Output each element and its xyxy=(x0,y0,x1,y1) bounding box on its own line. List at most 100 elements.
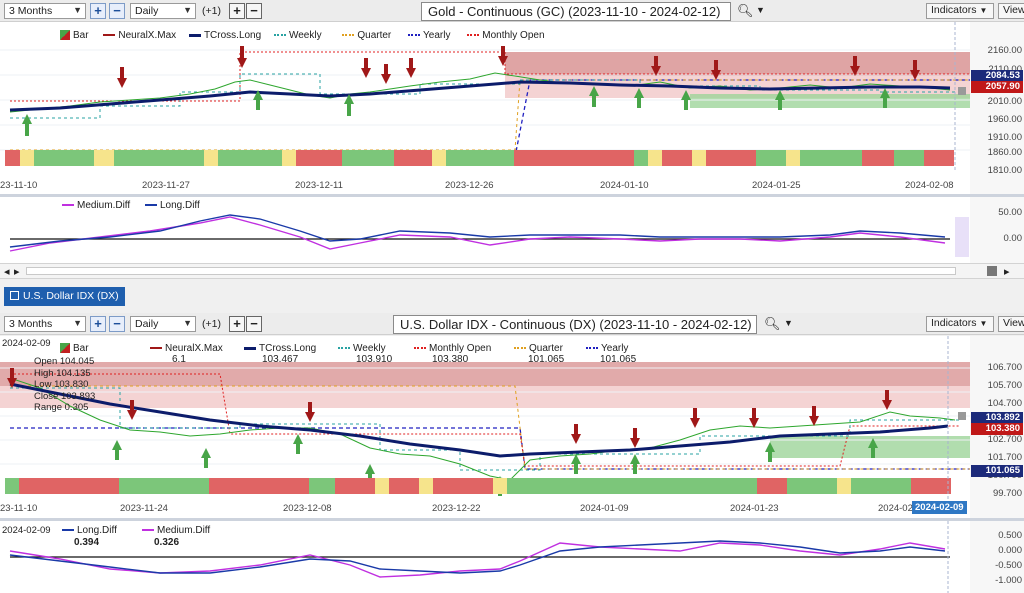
ohlc-range-value: 0.305 xyxy=(64,402,89,413)
scroll-thumb[interactable] xyxy=(987,266,997,276)
y-tick: 50.00 xyxy=(998,207,1022,218)
top-offset-minus-button[interactable]: − xyxy=(246,3,262,19)
x-tick: 2024-01-09 xyxy=(580,503,629,514)
ohlc-low-value: 103.830 xyxy=(54,379,89,390)
price-tag-monthly: 103.380 xyxy=(971,423,1023,435)
legend-medium: Medium.Diff xyxy=(62,200,130,211)
bottom-indicators-label: Indicators xyxy=(931,317,977,329)
last-bar-marker xyxy=(958,412,966,420)
chevron-down-icon[interactable]: ▼ xyxy=(756,5,765,15)
search-icon[interactable]: 🔍︎ xyxy=(764,316,781,332)
ohlc-close-value: 103.893 xyxy=(60,390,96,402)
scroll-track[interactable] xyxy=(26,267,956,275)
legend-medium-label: Medium.Diff xyxy=(77,200,131,211)
bar-icon xyxy=(60,30,70,41)
y-tick: 102.700 xyxy=(987,434,1022,445)
y-tick: 106.700 xyxy=(987,362,1022,373)
y-tick: 0.000 xyxy=(998,545,1022,556)
y-tick: 1860.00 xyxy=(987,147,1022,158)
legend-yearly-value: 101.065 xyxy=(600,354,637,365)
scroll-end-icon[interactable]: ▸ xyxy=(1004,265,1010,278)
y-tick: -1.000 xyxy=(995,575,1022,586)
top-offset-label: (+1) xyxy=(202,5,221,17)
bottom-zoom-out-button[interactable]: − xyxy=(109,316,125,332)
legend-yearly-label: Yearly xyxy=(423,30,451,41)
ohlc-range: Range 0.305 xyxy=(34,402,95,414)
y-tick: 1960.00 xyxy=(987,114,1022,125)
x-tick: 23-11-10 xyxy=(0,503,38,514)
search-icon[interactable]: 🔍︎ xyxy=(737,3,754,19)
top-symbol-title[interactable]: Gold - Continuous (GC) (2023-11-10 - 202… xyxy=(421,2,731,21)
chevron-down-icon[interactable]: ▼ xyxy=(784,318,793,328)
top-range-value: 3 Months xyxy=(9,5,53,17)
x-tick: 2024-01-25 xyxy=(752,180,801,191)
ohlc-low-label: Low xyxy=(34,379,52,390)
top-offset-plus-button[interactable]: + xyxy=(229,3,245,19)
legend-tcross: TCross.Long xyxy=(188,30,261,41)
x-tick: 2023-11-27 xyxy=(142,180,190,191)
x-tick: 2024-01-23 xyxy=(730,503,779,514)
bottom-legend: Bar xyxy=(60,343,89,354)
y-tick: 105.700 xyxy=(987,380,1022,391)
tab-us-dollar-idx[interactable]: U.S. Dollar IDX (DX) xyxy=(4,287,125,306)
legend-medium-value: 0.326 xyxy=(154,537,180,548)
legend-tcross-value: 103.467 xyxy=(262,354,299,365)
resistance-zone-light xyxy=(0,386,970,408)
bottom-offset-minus-button[interactable]: − xyxy=(246,316,262,332)
sub-crosshair-date: 2024-02-09 xyxy=(2,525,51,536)
legend-long-label: Long.Diff xyxy=(159,200,200,211)
y-tick: 2160.00 xyxy=(987,45,1022,56)
gold-price-chart[interactable] xyxy=(0,22,1024,194)
legend-quarter-label: Quarter xyxy=(529,343,563,354)
price-tag-yearly: 101.065 xyxy=(971,465,1023,477)
legend-yearly: Yearly xyxy=(408,30,450,41)
ohlc-high: High 104.135 xyxy=(34,368,95,380)
legend-tcross: TCross.Long 103.467 xyxy=(244,343,316,365)
ohlc-open-value: 104.045 xyxy=(59,356,95,367)
scroll-right-icon[interactable]: ▸ xyxy=(14,265,20,278)
scroll-left-icon[interactable]: ◂ xyxy=(4,265,10,278)
bottom-indicators-button[interactable]: Indicators ▼ xyxy=(926,316,994,332)
bar-icon xyxy=(60,343,70,354)
resistance-zone xyxy=(505,52,970,76)
legend-weekly: Weekly 103.910 xyxy=(338,343,392,365)
chevron-down-icon: ▼ xyxy=(979,6,988,15)
top-zoom-out-button[interactable]: − xyxy=(109,3,125,19)
x-tick: 2023-11-24 xyxy=(120,503,168,514)
y-tick: 1810.00 xyxy=(987,165,1022,176)
top-sub-legend: Medium.Diff Long.Diff xyxy=(62,200,200,211)
legend-yearly: Yearly 101.065 xyxy=(586,343,636,365)
chevron-down-icon: ▼ xyxy=(73,318,82,328)
bottom-interval-select[interactable]: Daily ▼ xyxy=(130,316,196,332)
ohlc-close: Close 103.893 xyxy=(34,391,95,403)
top-toolbar: 3 Months ▼ + − Daily ▼ (+1) + − Gold - Con… xyxy=(0,0,1024,22)
legend-weekly: Weekly xyxy=(273,30,322,41)
legend-medium: Medium.Diff 0.326 xyxy=(142,525,210,549)
bottom-symbol-title[interactable]: U.S. Dollar IDX - Continuous (DX) (2023-… xyxy=(393,315,757,334)
chevron-down-icon: ▼ xyxy=(183,5,192,15)
legend-long-label: Long.Diff xyxy=(77,525,117,536)
horizontal-scrollbar[interactable]: ◂ ▸ ▸ xyxy=(0,263,1024,279)
bottom-range-select[interactable]: 3 Months ▼ xyxy=(4,316,86,332)
x-tick: 2024-01-10 xyxy=(600,180,649,191)
top-range-select[interactable]: 3 Months ▼ xyxy=(4,3,86,19)
legend-yearly-label: Yearly xyxy=(601,343,629,354)
legend-long-value: 0.394 xyxy=(74,537,100,548)
legend-neural: NeuralX.Max 6.1 xyxy=(150,343,223,365)
legend-long: Long.Diff xyxy=(144,200,200,211)
top-interval-select[interactable]: Daily ▼ xyxy=(130,3,196,19)
legend-weekly-label: Weekly xyxy=(288,30,322,41)
bottom-offset-plus-button[interactable]: + xyxy=(229,316,245,332)
bottom-range-value: 3 Months xyxy=(9,318,53,330)
top-indicators-button[interactable]: Indicators ▼ xyxy=(926,3,994,19)
y-tick: 101.700 xyxy=(987,452,1022,463)
regime-strip xyxy=(5,150,954,166)
last-bar-marker xyxy=(958,87,966,95)
chevron-down-icon: ▼ xyxy=(979,319,988,328)
top-view-button[interactable]: View xyxy=(998,3,1024,19)
bottom-zoom-in-button[interactable]: + xyxy=(90,316,106,332)
bottom-view-button[interactable]: View xyxy=(998,316,1024,332)
ohlc-open-label: Open xyxy=(34,356,58,367)
top-zoom-in-button[interactable]: + xyxy=(90,3,106,19)
ohlc-close-label: Close xyxy=(34,390,59,402)
